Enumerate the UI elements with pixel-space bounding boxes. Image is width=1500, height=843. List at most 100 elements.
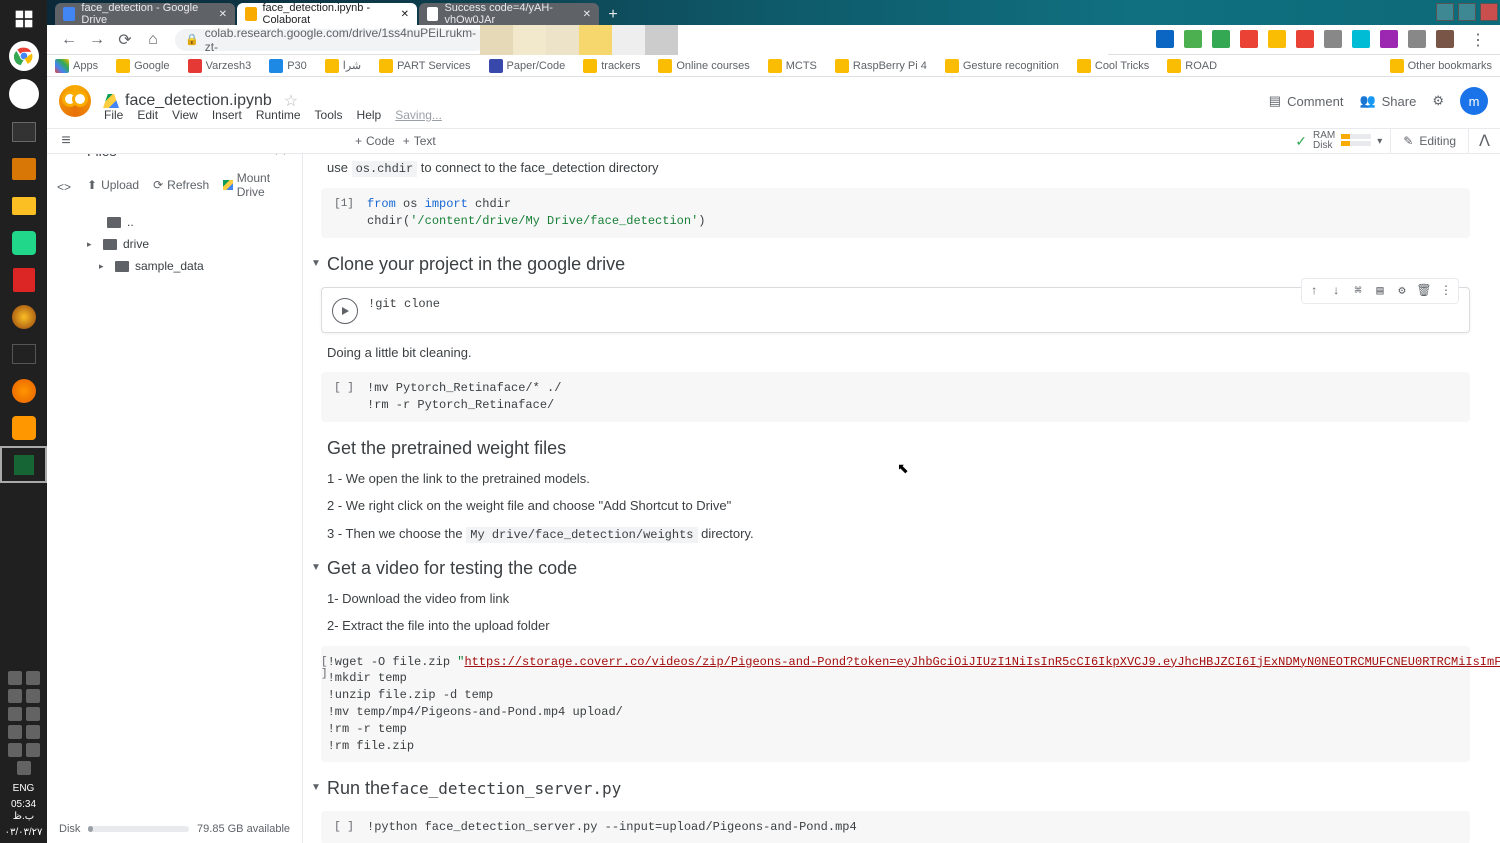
tray-icon[interactable] xyxy=(17,761,31,775)
code-cell[interactable]: [1] from os import chdir chdir('/content… xyxy=(321,188,1470,238)
forward-button[interactable]: → xyxy=(87,30,107,50)
bookmark[interactable]: شرا xyxy=(325,59,361,73)
dropdown-icon[interactable]: ▾ xyxy=(1377,136,1382,147)
comment-button[interactable]: ▤Comment xyxy=(1269,93,1344,109)
tray-icon[interactable] xyxy=(26,689,40,703)
comment-cell-button[interactable]: ▤ xyxy=(1370,281,1390,301)
tray-icon[interactable] xyxy=(26,671,40,685)
cell-execution-count[interactable]: [ ] xyxy=(321,819,367,836)
menu-button[interactable]: ⋮ xyxy=(1468,30,1488,50)
reload-button[interactable]: ⟳ xyxy=(115,30,135,50)
code-cell[interactable]: [ ] !wget -O file.zip "https://storage.c… xyxy=(321,646,1470,763)
text-cell[interactable]: 2- Extract the file into the upload fold… xyxy=(303,612,1488,640)
editing-mode[interactable]: ✎Editing xyxy=(1390,129,1468,153)
other-bookmarks[interactable]: Other bookmarks xyxy=(1390,59,1492,73)
menu-file[interactable]: File xyxy=(100,108,127,126)
folder-app-icon[interactable] xyxy=(0,187,47,224)
connection-status[interactable]: ✓ RAMDisk ▾ xyxy=(1295,131,1382,151)
close-tab-icon[interactable]: ✕ xyxy=(401,9,409,20)
link-button[interactable]: ⌘ xyxy=(1348,281,1368,301)
bookmark[interactable]: Online courses xyxy=(658,59,749,73)
close-button[interactable] xyxy=(1480,3,1498,21)
move-down-button[interactable]: ↓ xyxy=(1326,281,1346,301)
collapse-icon[interactable]: ▼ xyxy=(311,562,321,573)
app-icon[interactable] xyxy=(0,298,47,335)
menu-runtime[interactable]: Runtime xyxy=(252,108,305,126)
text-cell[interactable]: 1- Download the video from link xyxy=(303,585,1488,613)
bookmark[interactable]: ROAD xyxy=(1167,59,1217,73)
app-icon[interactable] xyxy=(0,446,47,483)
browser-tab[interactable]: face_detection.ipynb - Colaborat✕ xyxy=(237,3,417,25)
back-button[interactable]: ← xyxy=(59,30,79,50)
mount-drive-button[interactable]: Mount Drive xyxy=(223,171,288,199)
file-tree-item[interactable]: ▸sample_data xyxy=(87,255,294,277)
extension-icon[interactable] xyxy=(1296,30,1314,48)
bookmark[interactable]: Google xyxy=(116,59,169,73)
file-tree-item[interactable]: .. xyxy=(87,211,294,233)
extension-icon[interactable] xyxy=(1212,30,1230,48)
language-indicator[interactable]: ENG xyxy=(0,783,47,795)
section-heading[interactable]: Get a video for testing the code xyxy=(303,548,1488,585)
text-cell[interactable]: Doing a little bit cleaning. xyxy=(303,339,1488,367)
extension-icon[interactable] xyxy=(1156,30,1174,48)
firefox-app-icon[interactable] xyxy=(0,372,47,409)
section-heading[interactable]: Clone your project in the google drive xyxy=(303,244,1488,281)
section-heading[interactable]: Run the face_detection_server.py xyxy=(303,768,1488,805)
close-tab-icon[interactable]: ✕ xyxy=(583,9,591,20)
address-bar[interactable]: 🔒 colab.research.google.com/drive/1ss4nu… xyxy=(175,29,486,51)
app-icon[interactable] xyxy=(0,150,47,187)
refresh-button[interactable]: ⟳Refresh xyxy=(153,171,209,199)
profile-avatar-icon[interactable] xyxy=(1436,30,1454,48)
terminal-app-icon[interactable] xyxy=(0,113,47,150)
upload-button[interactable]: ⬆Upload xyxy=(87,171,139,199)
extension-icon[interactable] xyxy=(1408,30,1426,48)
code-cell-active[interactable]: ↑ ↓ ⌘ ▤ ⚙ 🗑 ⋮ !git clone xyxy=(321,287,1470,333)
cell-menu-button[interactable]: ⋮ xyxy=(1436,281,1456,301)
add-code-button[interactable]: +Code xyxy=(355,134,395,148)
extension-icon[interactable] xyxy=(1380,30,1398,48)
text-cell[interactable]: use os.chdir to connect to the face_dete… xyxy=(303,154,1488,182)
move-up-button[interactable]: ↑ xyxy=(1304,281,1324,301)
cell-settings-button[interactable]: ⚙ xyxy=(1392,281,1412,301)
pycharm-app-icon[interactable] xyxy=(0,224,47,261)
cell-execution-count[interactable]: [ ] xyxy=(321,380,367,414)
share-button[interactable]: 👥Share xyxy=(1359,93,1416,109)
user-avatar[interactable]: m xyxy=(1460,87,1488,115)
bookmark[interactable]: Cool Tricks xyxy=(1077,59,1149,73)
windows-start-icon[interactable] xyxy=(0,0,47,37)
cell-execution-count[interactable]: [ ] xyxy=(321,654,328,755)
bookmark[interactable]: RaspBerry Pi 4 xyxy=(835,59,927,73)
maximize-button[interactable] xyxy=(1458,3,1476,21)
new-tab-button[interactable]: + xyxy=(601,5,625,25)
home-button[interactable]: ⌂ xyxy=(143,30,163,50)
extension-icon[interactable] xyxy=(1268,30,1286,48)
tray-icon[interactable] xyxy=(26,725,40,739)
tray-icon[interactable] xyxy=(26,743,40,757)
menu-tools[interactable]: Tools xyxy=(311,108,347,126)
delete-cell-button[interactable]: 🗑 xyxy=(1414,281,1434,301)
collapse-button[interactable]: ᐱ xyxy=(1468,129,1500,153)
tray-icon[interactable] xyxy=(26,707,40,721)
add-text-button[interactable]: +Text xyxy=(403,134,436,148)
colab-logo-icon[interactable] xyxy=(59,85,91,117)
expand-icon[interactable]: ▸ xyxy=(99,261,109,272)
extension-icon[interactable] xyxy=(1184,30,1202,48)
apps-shortcut[interactable]: Apps xyxy=(55,59,98,73)
bookmark[interactable]: P30 xyxy=(269,59,307,73)
bookmark[interactable]: Paper/Code xyxy=(489,59,566,73)
text-cell[interactable]: 3 - Then we choose the My drive/face_det… xyxy=(303,520,1488,548)
tray-icon[interactable] xyxy=(8,743,22,757)
file-tree-item[interactable]: ▸drive xyxy=(87,233,294,255)
code-cell[interactable]: [ ] !python face_detection_server.py --i… xyxy=(321,811,1470,843)
extension-icon[interactable] xyxy=(1240,30,1258,48)
tray-icon[interactable] xyxy=(8,671,22,685)
browser-tab[interactable]: Success code=4/yAH-vhOw0JAr✕ xyxy=(419,3,599,25)
collapse-icon[interactable]: ▼ xyxy=(311,258,321,269)
text-cell[interactable]: 2 - We right click on the weight file an… xyxy=(303,492,1488,520)
bookmark[interactable]: Varzesh3 xyxy=(188,59,252,73)
clock-time[interactable]: 05:34 ب.ظ xyxy=(0,799,47,823)
text-cell[interactable]: 1 - We open the link to the pretrained m… xyxy=(303,465,1488,493)
bookmark[interactable]: trackers xyxy=(583,59,640,73)
bookmark[interactable]: PART Services xyxy=(379,59,470,73)
settings-button[interactable]: ⚙ xyxy=(1432,93,1444,109)
